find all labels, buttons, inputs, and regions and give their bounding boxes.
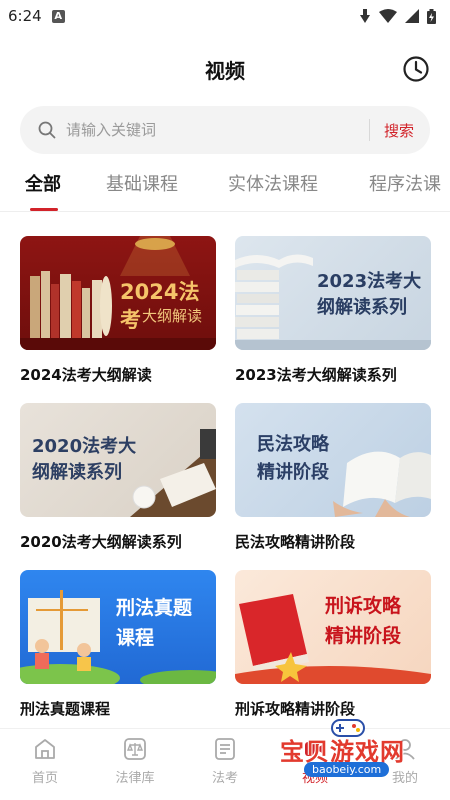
nav-item-label: 法律库 — [115, 771, 155, 786]
course-card[interactable]: 2023法考大 纲解读系列 2023法考大纲解读系列 — [235, 236, 431, 385]
course-thumbnail: 民法攻略 精讲阶段 — [235, 403, 431, 517]
tab-basic-courses[interactable]: 基础课程 — [106, 170, 178, 196]
thumbnail-caption: 民法攻略 — [257, 434, 329, 455]
search-icon — [38, 121, 56, 139]
thumbnail-caption: 精讲阶段 — [257, 462, 329, 483]
nav-item-exam[interactable]: 法考 — [180, 729, 270, 800]
desk-illustration — [130, 429, 216, 517]
thumbnail-caption: 2023法考大 — [317, 271, 422, 292]
signal-down-icon — [360, 9, 370, 23]
course-thumbnail: 2024法考 大纲解读 — [20, 236, 216, 350]
course-title: 刑法真题课程 — [20, 700, 111, 718]
nav-item-label: 首页 — [31, 771, 58, 786]
course-title: 民法攻略精讲阶段 — [235, 533, 356, 551]
cellular-icon — [405, 9, 419, 23]
course-title: 2023法考大纲解读系列 — [235, 366, 397, 384]
course-thumbnail: 2020法考大 纲解读系列 — [20, 403, 216, 517]
clock-icon[interactable] — [402, 55, 430, 83]
tabs-divider — [0, 211, 450, 212]
course-thumbnail: 刑诉攻略 精讲阶段 — [235, 570, 431, 684]
thumbnail-caption: 刑法真题 — [116, 597, 193, 619]
category-tabs: 全部 基础课程 实体法课程 程序法课 — [0, 162, 450, 210]
thumbnail-caption: 大纲解读 — [142, 307, 203, 325]
tab-substantive-law[interactable]: 实体法课程 — [228, 170, 318, 196]
course-title: 2024法考大纲解读 — [20, 366, 152, 384]
course-card[interactable]: 2020法考大 纲解读系列 2020法考大纲解读系列 — [20, 403, 216, 552]
course-card[interactable]: 刑法真题 课程 刑法真题课程 — [20, 570, 216, 719]
tab-procedural-law[interactable]: 程序法课 — [369, 170, 441, 196]
notification-icon: A — [51, 9, 65, 23]
search-bar: 搜索 — [20, 106, 430, 154]
tab-all[interactable]: 全部 — [25, 170, 61, 196]
search-button[interactable]: 搜索 — [370, 120, 430, 141]
status-time: 6:24 — [8, 7, 42, 25]
status-bar: 6:24 A — [0, 0, 450, 32]
nav-item-label: 法考 — [211, 771, 238, 786]
thumbnail-caption: 纲解读系列 — [317, 297, 407, 318]
page-title: 视频 — [205, 58, 245, 83]
course-thumbnail: 刑法真题 课程 — [20, 570, 216, 684]
reading-illustration — [333, 451, 431, 517]
nav-item-law-library[interactable]: 法律库 — [90, 729, 180, 800]
status-icons — [359, 8, 436, 24]
thumbnail-caption: 刑诉攻略 — [325, 595, 402, 617]
scale-icon — [124, 738, 146, 760]
document-icon — [215, 738, 235, 760]
home-icon — [35, 739, 55, 759]
thumbnail-caption: 课程 — [116, 627, 155, 649]
nav-item-home[interactable]: 首页 — [0, 729, 90, 800]
thumbnail-caption: 精讲阶段 — [325, 625, 402, 647]
course-title: 2020法考大纲解读系列 — [20, 533, 182, 551]
thumbnail-caption: 2020法考大 — [32, 436, 137, 457]
wifi-icon — [379, 9, 397, 23]
course-thumbnail: 2023法考大 纲解读系列 — [235, 236, 431, 350]
watermark-url: baobeiy.com — [304, 762, 390, 777]
thumbnail-caption: 纲解读系列 — [32, 462, 122, 483]
watermark-logo: 宝贝游戏网 baobeiy.com — [276, 718, 426, 786]
course-card[interactable]: 刑诉攻略 精讲阶段 刑诉攻略精讲阶段 — [235, 570, 431, 719]
battery-icon — [427, 8, 436, 24]
search-input[interactable] — [66, 121, 346, 139]
course-card[interactable]: 2024法考 大纲解读 2024法考大纲解读 — [20, 236, 216, 385]
top-nav: 视频 — [0, 44, 450, 94]
course-card[interactable]: 民法攻略 精讲阶段 民法攻略精讲阶段 — [235, 403, 431, 552]
